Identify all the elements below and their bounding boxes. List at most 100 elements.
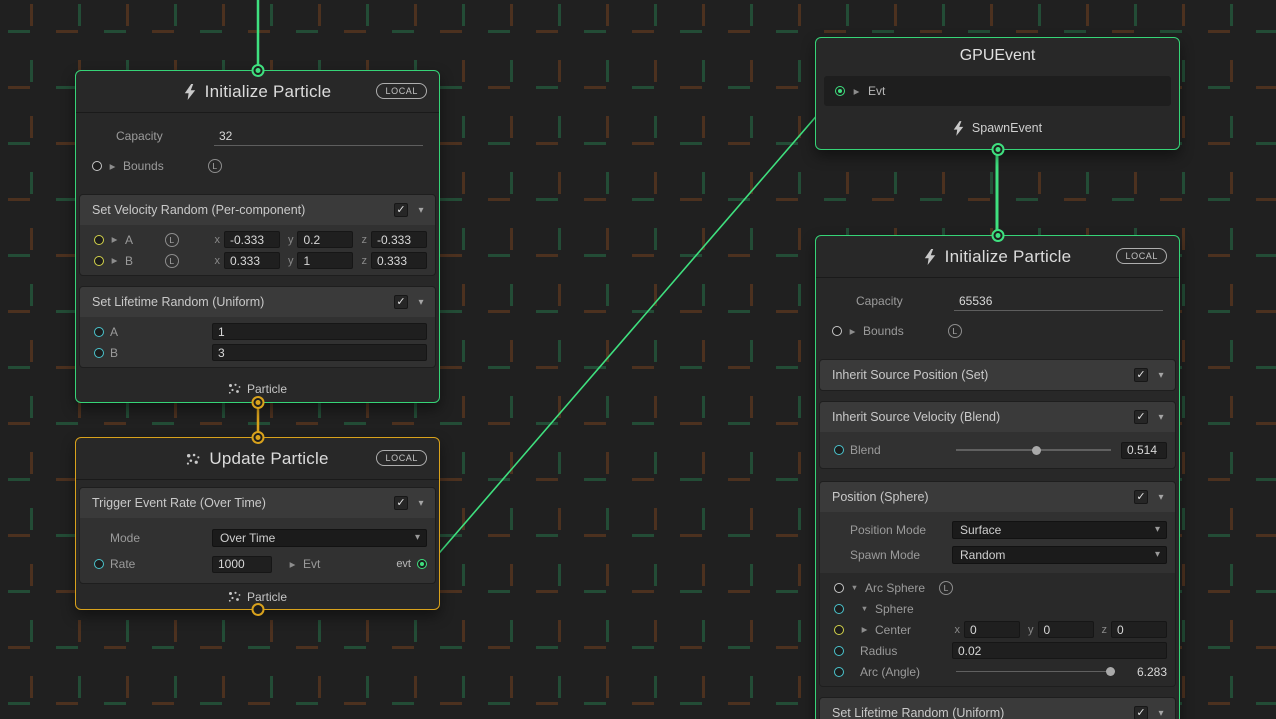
z-field[interactable]: 0 bbox=[1111, 621, 1167, 638]
block-enabled-checkbox[interactable] bbox=[1134, 490, 1148, 504]
rate-field[interactable]: 1000 bbox=[212, 556, 272, 573]
input-port-a[interactable] bbox=[94, 327, 104, 337]
block-header[interactable]: Set Velocity Random (Per-component) bbox=[80, 195, 435, 225]
expander-icon[interactable] bbox=[848, 327, 857, 336]
slider-handle[interactable] bbox=[1106, 667, 1115, 676]
block-header[interactable]: Position (Sphere) bbox=[820, 482, 1175, 512]
block-enabled-checkbox[interactable] bbox=[1134, 706, 1148, 719]
node-gpuevent[interactable]: GPUEvent Evt SpawnEvent bbox=[815, 37, 1180, 150]
vfx-graph-canvas[interactable]: Initialize Particle LOCAL Capacity 32 Bo… bbox=[0, 0, 1276, 719]
z-field[interactable]: -0.333 bbox=[371, 231, 427, 248]
capacity-input[interactable]: 65536 bbox=[954, 292, 1163, 311]
radius-port[interactable] bbox=[834, 646, 844, 656]
vector3-fields: x 0 y 0 z 0 bbox=[955, 621, 1168, 638]
arc-sphere-port[interactable] bbox=[834, 583, 844, 593]
capacity-input[interactable]: 32 bbox=[214, 127, 423, 146]
capacity-value: 65536 bbox=[959, 294, 992, 308]
chevron-down-icon[interactable] bbox=[1155, 708, 1167, 719]
center-port[interactable] bbox=[834, 625, 844, 635]
chevron-down-icon[interactable] bbox=[415, 297, 427, 308]
node-initialize-particle-left[interactable]: Initialize Particle LOCAL Capacity 32 Bo… bbox=[75, 70, 440, 403]
block-enabled-checkbox[interactable] bbox=[1134, 410, 1148, 424]
mode-dropdown[interactable]: Over Time bbox=[212, 529, 427, 547]
input-port-a[interactable] bbox=[94, 235, 104, 245]
blend-field[interactable]: 0.514 bbox=[1121, 442, 1167, 459]
arc-angle-slider[interactable] bbox=[956, 665, 1115, 679]
radius-field[interactable]: 0.02 bbox=[952, 642, 1167, 659]
flow-output-port[interactable] bbox=[991, 143, 1004, 156]
slider-handle[interactable] bbox=[1032, 446, 1041, 455]
expander-icon[interactable] bbox=[108, 162, 117, 171]
blend-port[interactable] bbox=[834, 445, 844, 455]
spawn-mode-dropdown[interactable]: Random bbox=[952, 546, 1167, 564]
expander-icon[interactable] bbox=[288, 560, 297, 569]
chevron-down-icon[interactable] bbox=[415, 205, 427, 216]
block-inherit-source-position: Inherit Source Position (Set) bbox=[820, 360, 1175, 390]
x-field[interactable]: -0.333 bbox=[224, 231, 280, 248]
axis-x-label: x bbox=[214, 234, 220, 246]
blend-slider[interactable] bbox=[956, 443, 1111, 457]
block-enabled-checkbox[interactable] bbox=[1134, 368, 1148, 382]
x-field[interactable]: 0.333 bbox=[224, 252, 280, 269]
expander-icon[interactable] bbox=[850, 583, 859, 592]
block-enabled-checkbox[interactable] bbox=[394, 496, 408, 510]
position-mode-value: Surface bbox=[960, 523, 1001, 537]
flow-output-port[interactable] bbox=[251, 396, 264, 409]
y-field[interactable]: 1 bbox=[297, 252, 353, 269]
mode-row: Mode Over Time bbox=[80, 525, 435, 551]
block-header[interactable]: Trigger Event Rate (Over Time) bbox=[80, 488, 435, 518]
chevron-down-icon[interactable] bbox=[1155, 492, 1167, 503]
block-header[interactable]: Set Lifetime Random (Uniform) bbox=[820, 698, 1175, 719]
bounds-port[interactable] bbox=[832, 326, 842, 336]
evt-input-row: Evt bbox=[824, 76, 1171, 106]
z-value: -0.333 bbox=[377, 233, 411, 247]
rate-port[interactable] bbox=[94, 559, 104, 569]
block-header[interactable]: Set Lifetime Random (Uniform) bbox=[80, 287, 435, 317]
axis-y-label: y bbox=[288, 255, 294, 267]
expander-icon[interactable] bbox=[110, 256, 119, 265]
evt-output-port[interactable] bbox=[417, 559, 427, 569]
node-header[interactable]: Initialize Particle LOCAL bbox=[76, 71, 439, 113]
node-header[interactable]: Update Particle LOCAL bbox=[76, 438, 439, 480]
x-field[interactable]: 0 bbox=[964, 621, 1020, 638]
y-field[interactable]: 0 bbox=[1038, 621, 1094, 638]
sphere-port[interactable] bbox=[834, 604, 844, 614]
block-body: A 1 B 3 bbox=[80, 317, 435, 367]
input-port-b[interactable] bbox=[94, 348, 104, 358]
input-port-b[interactable] bbox=[94, 256, 104, 266]
y-field[interactable]: 0.2 bbox=[297, 231, 353, 248]
chevron-down-icon[interactable] bbox=[1155, 412, 1167, 423]
block-body: Mode Over Time Rate 1000 Evt evt bbox=[80, 518, 435, 583]
block-enabled-checkbox[interactable] bbox=[394, 295, 408, 309]
x-value: -0.333 bbox=[230, 233, 264, 247]
expander-icon[interactable] bbox=[110, 235, 119, 244]
value: 1 bbox=[218, 325, 225, 339]
arc-angle-port[interactable] bbox=[834, 667, 844, 677]
block-enabled-checkbox[interactable] bbox=[394, 203, 408, 217]
value-field[interactable]: 3 bbox=[212, 344, 427, 361]
evt-input-port[interactable] bbox=[835, 86, 845, 96]
expander-icon[interactable] bbox=[860, 625, 869, 634]
float-row-b: B 3 bbox=[80, 342, 435, 363]
block-header[interactable]: Inherit Source Position (Set) bbox=[820, 360, 1175, 390]
chevron-down-icon[interactable] bbox=[1155, 370, 1167, 381]
position-mode-dropdown[interactable]: Surface bbox=[952, 521, 1167, 539]
node-title[interactable]: GPUEvent bbox=[816, 38, 1179, 73]
block-header[interactable]: Inherit Source Velocity (Blend) bbox=[820, 402, 1175, 432]
expander-icon[interactable] bbox=[860, 604, 869, 613]
flow-output-port[interactable] bbox=[251, 603, 264, 616]
expander-icon[interactable] bbox=[852, 87, 861, 96]
flow-input-port[interactable] bbox=[251, 431, 264, 444]
flow-input-port[interactable] bbox=[251, 64, 264, 77]
node-update-particle[interactable]: Update Particle LOCAL Trigger Event Rate… bbox=[75, 437, 440, 610]
flow-input-port[interactable] bbox=[991, 229, 1004, 242]
node-header[interactable]: Initialize Particle LOCAL bbox=[816, 236, 1179, 278]
spawn-mode-value: Random bbox=[960, 548, 1005, 562]
arc-sphere-label: Arc Sphere bbox=[865, 581, 925, 595]
z-field[interactable]: 0.333 bbox=[371, 252, 427, 269]
chevron-down-icon[interactable] bbox=[415, 498, 427, 509]
lock-badge: L bbox=[165, 254, 179, 268]
value-field[interactable]: 1 bbox=[212, 323, 427, 340]
bounds-port[interactable] bbox=[92, 161, 102, 171]
node-initialize-particle-right[interactable]: Initialize Particle LOCAL Capacity 65536… bbox=[815, 235, 1180, 719]
